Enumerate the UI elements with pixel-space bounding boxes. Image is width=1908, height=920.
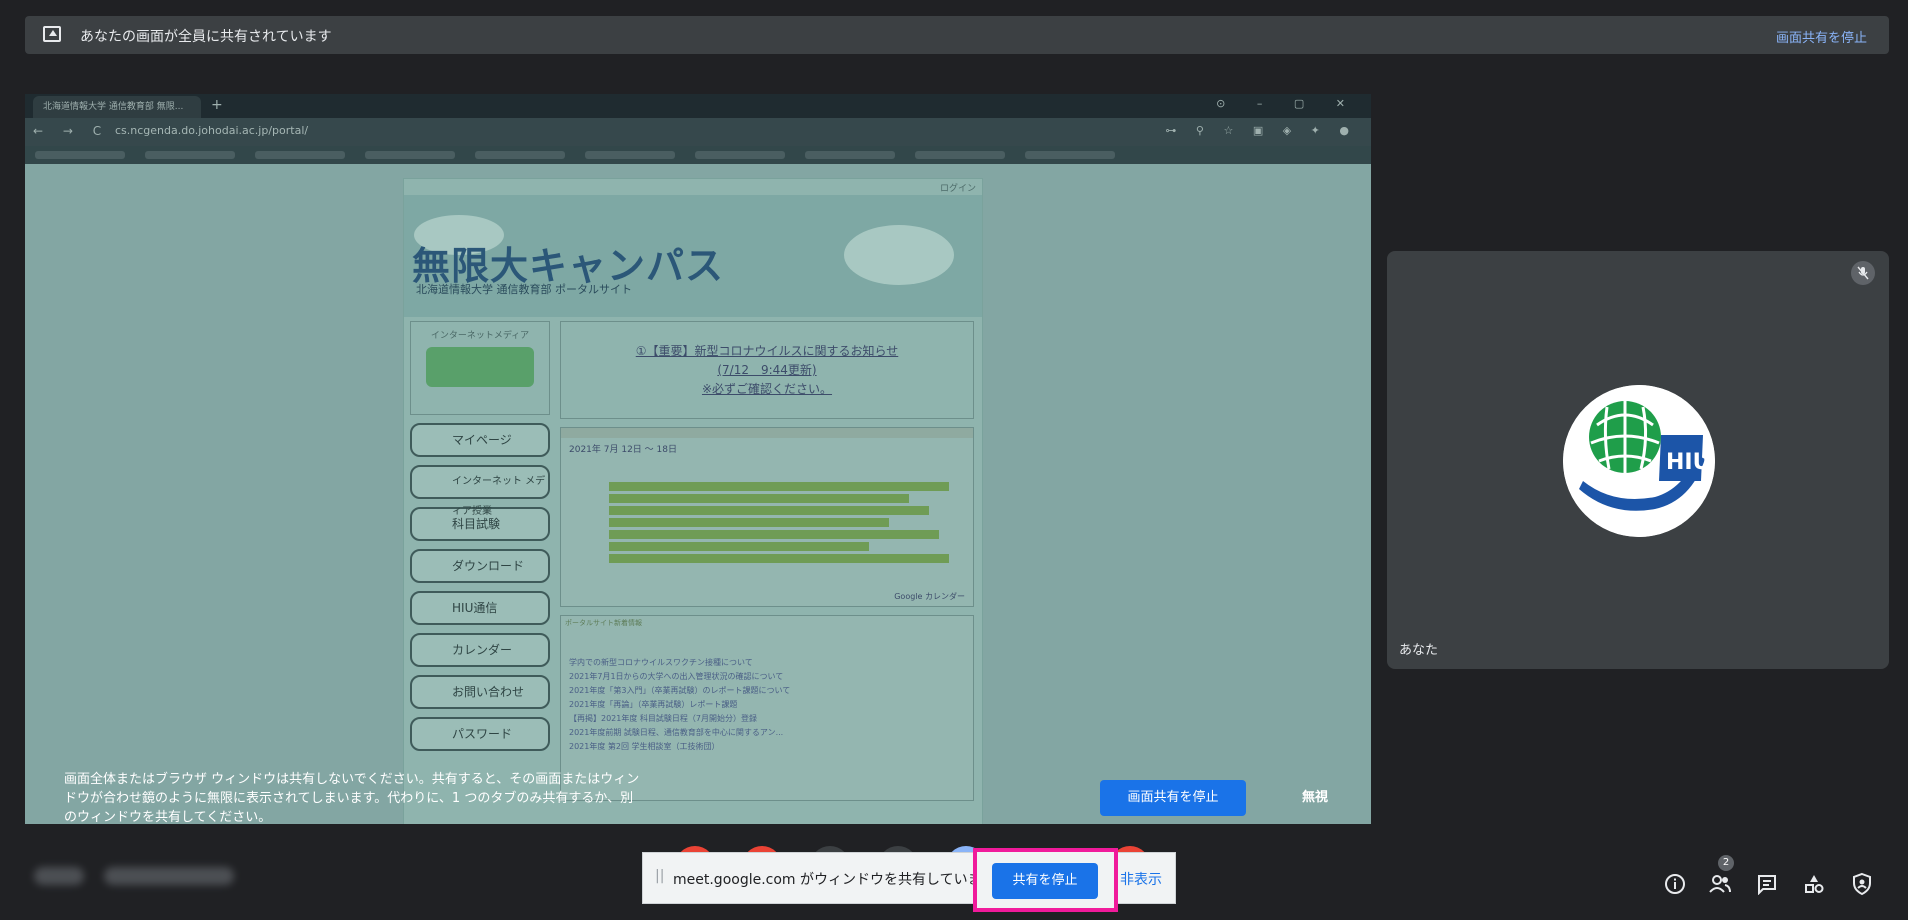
host-controls-icon[interactable] [1851,872,1873,896]
hiu-logo-avatar: HIU [1563,385,1715,537]
present-screen-icon [43,26,61,42]
chat-icon[interactable] [1756,873,1778,895]
portal-banner: 無限大キャンパス 北海道情報大学 通信教育部 ポータルサイト [404,195,982,317]
participant-count-badge: 2 [1718,855,1734,871]
hide-sharing-bar-link[interactable]: 非表示 [1120,869,1162,889]
meeting-details [34,867,244,887]
menu-item: カレンダー [410,633,550,667]
portal-content: ①【重要】新型コロナウイルスに関するお知らせ (7/12 9:44更新) ※必ず… [560,321,974,801]
activities-icon[interactable] [1803,873,1825,895]
ignore-button[interactable]: 無視 [1270,780,1360,816]
browser-url: cs.ncgenda.do.johodai.ac.jp/portal/ [115,124,309,137]
browser-tab: 北海道情報大学 通信教育部 無限... [33,96,201,118]
portal-calendar: 2021年 7月 12日 ～ 18日 Google カレンダー [560,427,974,607]
browser-tab-strip: 北海道情報大学 通信教育部 無限... + ⊙ – ▢ ✕ [25,94,1371,118]
self-video-tile: HIU あなた [1387,251,1889,669]
menu-item: インターネット メディア授業 [410,465,550,517]
stop-sharing-link[interactable]: 画面共有を停止 [1776,27,1867,46]
menu-item: 科目試験 [410,507,550,541]
sharing-status-text: meet.google.com がウィンドウを共有しています。 [673,872,1009,888]
media-box: インターネットメディア [410,321,550,415]
portal-menu: インターネットメディア マイページ インターネット メディア授業 科目試験 ダウ… [410,321,550,821]
stop-sharing-button[interactable]: 共有を停止 [992,863,1098,899]
browser-nav-icons: ← → C [33,124,110,138]
menu-item: マイページ [410,423,550,457]
people-icon[interactable] [1708,873,1732,895]
participant-name: あなた [1399,643,1439,658]
portal-page: ログイン 無限大キャンパス 北海道情報大学 通信教育部 ポータルサイト インター… [403,178,983,824]
browser-bookmarks-bar [25,146,1371,164]
sharing-message: あなたの画面が全員に共有されています [80,29,332,45]
window-controls-icon: ⊙ – ▢ ✕ [1216,97,1359,110]
new-tab-icon: + [211,97,223,113]
menu-item: ダウンロード [410,549,550,583]
browser-address-bar: ← → C cs.ncgenda.do.johodai.ac.jp/portal… [25,118,1371,146]
menu-item: パスワード [410,717,550,751]
svg-text:HIU: HIU [1666,450,1710,475]
menu-item: お問い合わせ [410,675,550,709]
stop-presenting-button[interactable]: 画面共有を停止 [1100,780,1246,816]
browser-extension-icons: ⊶ ⚲ ☆ ▣ ◈ ✦ ● [1165,124,1357,137]
mic-off-icon [1851,261,1875,285]
menu-item: HIU通信 [410,591,550,625]
shared-screen-preview: 北海道情報大学 通信教育部 無限... + ⊙ – ▢ ✕ ← → C cs.n… [25,94,1371,824]
drag-handle-icon[interactable]: || [655,868,664,884]
highlighted-stop-sharing: 共有を停止 [973,848,1118,912]
screen-sharing-notice-bar: あなたの画面が全員に共有されています 画面共有を停止 [25,16,1889,54]
info-icon[interactable] [1664,873,1686,895]
portal-notice: ①【重要】新型コロナウイルスに関するお知らせ (7/12 9:44更新) ※必ず… [560,321,974,419]
infinity-mirror-warning: 画面全体またはブラウザ ウィンドウは共有しないでください。共有すると、その画面ま… [64,772,640,825]
portal-sublogo: 北海道情報大学 通信教育部 ポータルサイト [416,283,632,296]
login-link: ログイン [939,184,976,194]
